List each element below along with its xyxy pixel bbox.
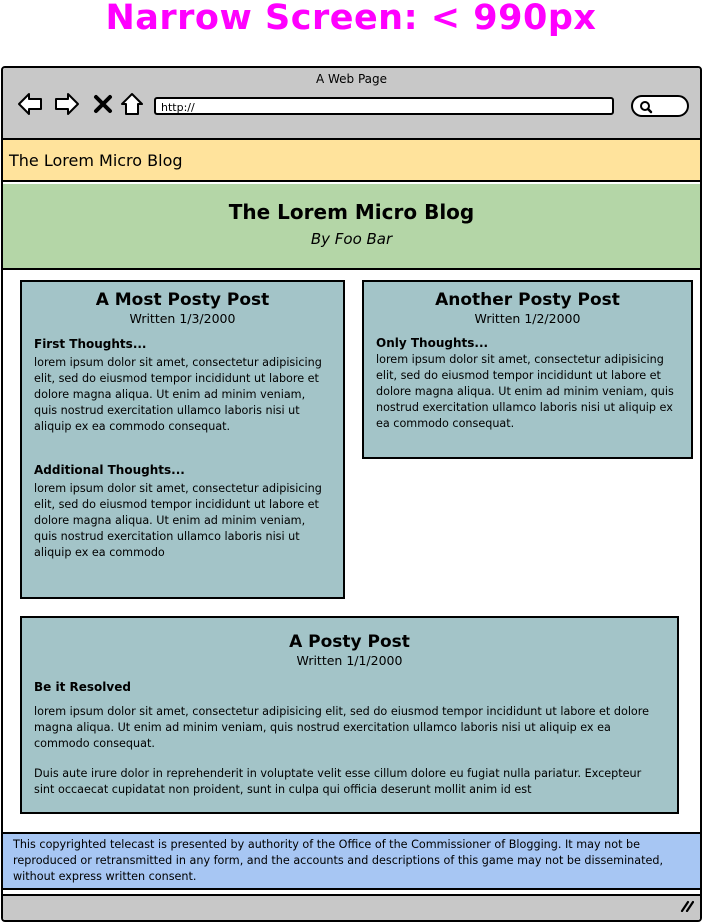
post-card: A Most Posty Post Written 1/3/2000 First…: [20, 280, 345, 599]
browser-chrome: A Web Page http://: [3, 68, 700, 140]
home-icon[interactable]: [118, 90, 146, 118]
tab-title[interactable]: The Lorem Micro Blog: [3, 140, 700, 182]
section-body: lorem ipsum dolor sit amet, consectetur …: [34, 705, 650, 750]
post-date: Written 1/2/2000: [474, 311, 581, 326]
section-body: lorem ipsum dolor sit amet, consectetur …: [34, 482, 322, 559]
window-title: A Web Page: [315, 72, 388, 86]
section-heading: First Thoughts...: [34, 337, 147, 351]
page-heading: Narrow Screen: < 990px: [105, 0, 597, 38]
post-date: Written 1/1/2000: [296, 653, 403, 668]
section-heading: Additional Thoughts...: [34, 463, 185, 477]
section-body: lorem ipsum dolor sit amet, consectetur …: [34, 356, 322, 433]
post-card: A Posty Post Written 1/1/2000 Be it Reso…: [20, 616, 679, 814]
copyright-footer: This copyrighted telecast is presented b…: [3, 832, 700, 890]
post-title: A Posty Post: [289, 632, 410, 652]
post-date: Written 1/3/2000: [129, 311, 236, 326]
post-card: Another Posty Post Written 1/2/2000 Only…: [362, 280, 693, 459]
url-input[interactable]: http://: [154, 97, 614, 115]
post-title: Another Posty Post: [435, 290, 620, 310]
close-x-icon[interactable]: [89, 90, 117, 118]
post-title: A Most Posty Post: [95, 290, 270, 310]
section-body: Duis aute irure dolor in reprehenderit i…: [34, 767, 642, 796]
blog-banner: The Lorem Micro Blog By Foo Bar: [3, 184, 700, 270]
blog-author: By Foo Bar: [310, 230, 393, 248]
resize-grip-icon[interactable]: [678, 900, 695, 916]
search-icon: [639, 99, 653, 118]
section-heading: Be it Resolved: [34, 680, 131, 694]
section-body: lorem ipsum dolor sit amet, consectetur …: [376, 353, 674, 430]
browser-window: A Web Page http:// The Lorem Micro Blog …: [1, 66, 702, 922]
back-arrow-icon[interactable]: [16, 90, 44, 118]
forward-arrow-icon[interactable]: [53, 90, 81, 118]
search-field[interactable]: [631, 95, 689, 117]
blog-title: The Lorem Micro Blog: [228, 200, 475, 224]
section-heading: Only Thoughts...: [376, 336, 489, 350]
status-bar: [3, 894, 700, 920]
